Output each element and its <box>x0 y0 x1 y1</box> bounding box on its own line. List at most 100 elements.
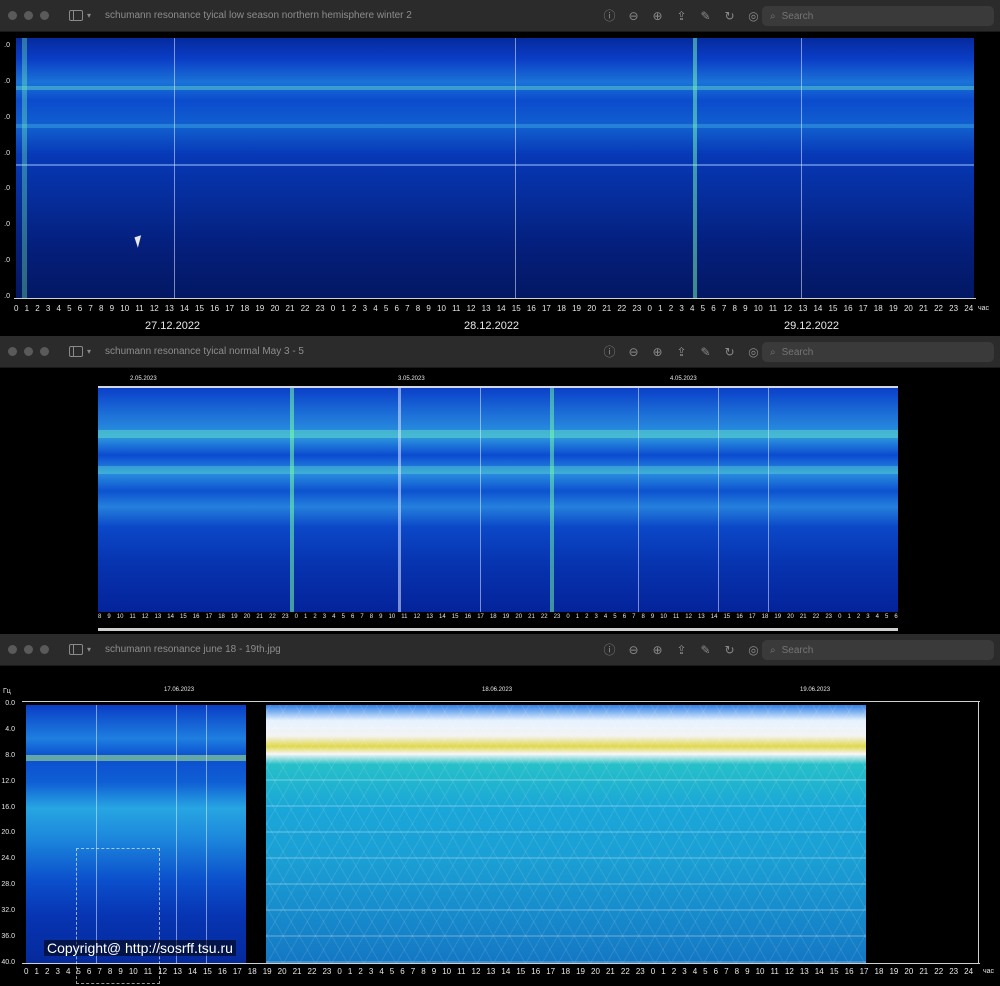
search-input[interactable] <box>781 10 972 22</box>
share-icon[interactable]: ⇪ <box>675 9 688 23</box>
search-input[interactable] <box>781 346 972 358</box>
search-field[interactable]: ⌕ <box>762 342 994 362</box>
chevron-down-icon[interactable]: ▾ <box>87 347 91 356</box>
hour-tick-label: 5 <box>389 967 395 976</box>
hour-tick-label: 3 <box>55 967 60 976</box>
highlight-icon[interactable]: ◎ <box>747 9 760 23</box>
search-field[interactable]: ⌕ <box>762 6 994 26</box>
plot-frame-right <box>978 701 979 964</box>
selection-box[interactable] <box>76 848 160 984</box>
date-label: 3.05.2023 <box>398 376 425 382</box>
hour-tick-label: 22 <box>934 967 944 976</box>
markup-icon[interactable]: ✎ <box>699 643 712 657</box>
titlebar[interactable]: ▾ schumann resonance tyical normal May 3… <box>0 336 1000 368</box>
hour-tick-label: 14 <box>496 304 506 313</box>
search-icon: ⌕ <box>770 346 776 358</box>
hour-axis: 8 9 10 11 12 13 14 15 16 17 18 19 20 21 22 23 0 1 2 3 4 5 6 7 8 9… <box>98 614 898 620</box>
frequency-tick-label: 32.0 <box>1 907 15 915</box>
zoom-in-icon[interactable]: ⊕ <box>651 643 664 657</box>
traffic-lights <box>8 347 49 356</box>
hour-tick-label: 21 <box>919 304 928 313</box>
hour-tick-label: 11 <box>768 304 778 313</box>
hour-tick-label: 12 <box>141 614 149 620</box>
titlebar[interactable]: ▾ schumann resonance tyical low season n… <box>0 0 1000 32</box>
rotate-icon[interactable]: ↻ <box>723 345 736 359</box>
search-field[interactable]: ⌕ <box>762 640 994 660</box>
close-button[interactable] <box>8 11 17 20</box>
hour-tick-label: 5 <box>383 304 389 313</box>
preview-window-1: ▾ schumann resonance tyical low season n… <box>0 0 1000 336</box>
close-button[interactable] <box>8 347 17 356</box>
hour-unit: час <box>978 305 990 312</box>
hour-tick-label: 18 <box>218 614 225 620</box>
titlebar[interactable]: ▾ schumann resonance june 18 - 19th.jpg … <box>0 634 1000 666</box>
search-input[interactable] <box>781 644 972 656</box>
markup-icon[interactable]: ✎ <box>699 9 712 23</box>
sidebar-toggle-icon[interactable] <box>69 10 83 21</box>
hour-tick-label: 6 <box>394 304 399 313</box>
hour-tick-label: 21 <box>602 304 612 313</box>
hour-tick-label: 21 <box>605 967 615 976</box>
rotate-icon[interactable]: ↻ <box>723 9 736 23</box>
chevron-down-icon[interactable]: ▾ <box>87 11 91 20</box>
hour-tick-label: 22 <box>307 967 317 976</box>
hour-tick-label: 21 <box>256 614 264 620</box>
hour-tick-label: 10 <box>120 304 130 313</box>
rotate-icon[interactable]: ↻ <box>723 643 736 657</box>
hour-tick-label: 12 <box>466 304 476 313</box>
hour-tick-label: 10 <box>388 614 396 620</box>
sidebar-toggle-icon[interactable] <box>69 644 83 655</box>
hour-tick-label: 18 <box>561 967 571 976</box>
highlight-icon[interactable]: ◎ <box>747 345 760 359</box>
share-icon[interactable]: ⇪ <box>675 643 688 657</box>
zoom-button[interactable] <box>40 645 49 654</box>
hour-unit: час <box>983 968 995 975</box>
highlight-icon[interactable]: ◎ <box>747 643 760 657</box>
zoom-button[interactable] <box>40 347 49 356</box>
hour-tick-label: 11 <box>770 967 779 976</box>
plot-frame-top <box>22 701 980 702</box>
minimize-button[interactable] <box>24 347 33 356</box>
hour-tick-label: 9 <box>118 967 123 976</box>
hour-tick-label: 17 <box>546 967 556 976</box>
hour-tick-label: 13 <box>426 614 433 620</box>
sidebar-toggle-icon[interactable] <box>69 346 83 357</box>
zoom-in-icon[interactable]: ⊕ <box>651 345 664 359</box>
frequency-tick-label: 4.0 <box>5 725 15 733</box>
hour-tick-label: 14 <box>188 967 197 976</box>
hour-tick-label: 10 <box>442 967 452 976</box>
zoom-in-icon[interactable]: ⊕ <box>651 9 664 23</box>
hour-tick-label: 23 <box>315 304 325 313</box>
share-icon[interactable]: ⇪ <box>675 345 688 359</box>
spectrogram <box>16 38 974 298</box>
hour-tick-label: 9 <box>426 304 431 313</box>
hour-tick-label: 22 <box>620 967 630 976</box>
zoom-out-icon[interactable]: ⊖ <box>627 345 640 359</box>
hour-tick-label: 5 <box>703 967 708 976</box>
hour-tick-label: 16 <box>844 967 854 976</box>
hour-tick-label: 13 <box>698 614 705 620</box>
hour-tick-label: 3 <box>594 614 598 620</box>
zoom-out-icon[interactable]: ⊖ <box>627 643 640 657</box>
chevron-down-icon[interactable]: ▾ <box>87 645 91 654</box>
info-icon[interactable]: ⓘ <box>603 9 616 23</box>
info-icon[interactable]: ⓘ <box>603 643 616 657</box>
markup-icon[interactable]: ✎ <box>699 345 712 359</box>
hour-tick-label: 3 <box>368 967 374 976</box>
hour-axis: 0 1 2 3 4 5 6 7 8 9 10 11 12 13 14 15 16 17 18 19 20 21 22 23 0 1… <box>14 304 974 313</box>
info-icon[interactable]: ⓘ <box>603 345 616 359</box>
zoom-out-icon[interactable]: ⊖ <box>627 9 640 23</box>
hour-tick-label: 8 <box>98 614 102 620</box>
minimize-button[interactable] <box>24 11 33 20</box>
hour-tick-label: 17 <box>541 304 551 313</box>
hour-tick-label: 20 <box>904 967 914 976</box>
hour-tick-label: 13 <box>164 304 174 313</box>
minimize-button[interactable] <box>24 645 33 654</box>
hour-tick-label: 15 <box>202 967 212 976</box>
spectrogram-right <box>266 705 866 963</box>
zoom-button[interactable] <box>40 11 49 20</box>
hour-tick-label: 5 <box>67 304 72 313</box>
frequency-tick-label: 0.0 <box>5 700 15 707</box>
hour-tick-label: 1 <box>661 967 666 976</box>
close-button[interactable] <box>8 645 17 654</box>
